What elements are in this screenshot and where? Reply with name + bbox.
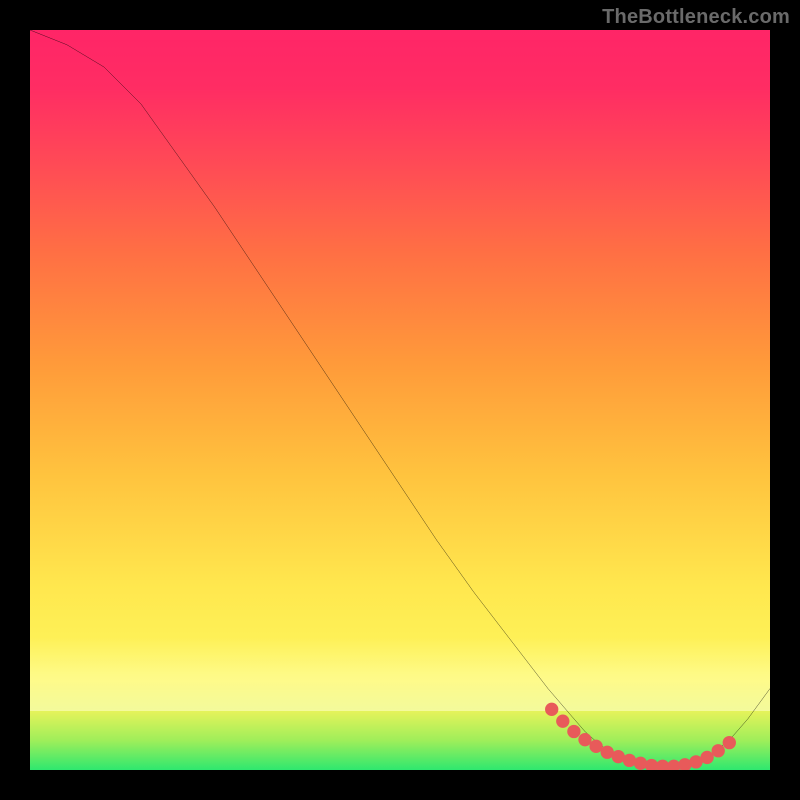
data-point [645,759,658,770]
dot-cluster [545,703,736,770]
data-point [678,758,691,770]
watermark-text: TheBottleneck.com [602,6,790,29]
data-point [634,757,647,770]
data-point [567,725,580,738]
data-point [723,736,736,749]
data-point [545,703,558,716]
data-point [556,715,569,728]
data-point [578,733,591,746]
chart-frame: TheBottleneck.com [0,0,800,800]
chart-svg [30,30,770,770]
data-point [700,751,713,764]
main-curve [30,30,770,768]
plot-area [30,30,770,770]
data-point [712,744,725,757]
